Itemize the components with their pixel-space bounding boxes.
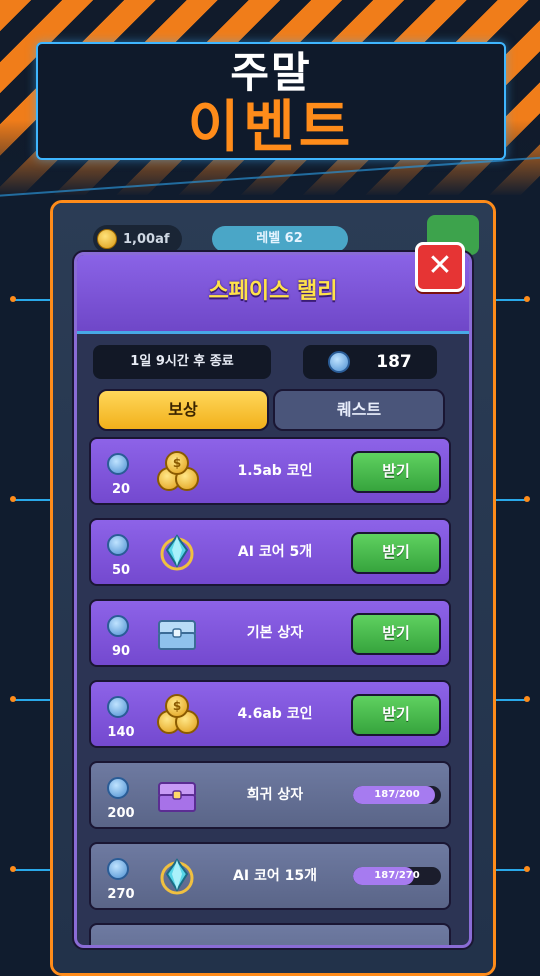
rally-token-icon [328, 351, 351, 373]
reward-row: 270 AI 코어 15개 187/270 [89, 842, 451, 910]
close-button[interactable]: ✕ [415, 242, 465, 292]
level-indicator: 레벨 62 [211, 226, 348, 252]
reward-requirement: 50 [111, 563, 131, 578]
reward-label: 희귀 상자 [246, 787, 304, 803]
basic-chest-icon [155, 611, 199, 655]
rally-token-icon [107, 858, 129, 880]
ai-core-icon [155, 854, 199, 898]
reward-label: 4.6ab 코인 [237, 706, 313, 722]
side-marker-line [14, 699, 50, 701]
side-marker-dot [524, 696, 530, 702]
claim-button[interactable]: 받기 [351, 694, 441, 736]
reward-requirement: 140 [107, 725, 135, 740]
reward-label: AI 코어 5개 [237, 544, 313, 560]
coin-stack-icon: $ [155, 692, 199, 736]
reward-progress-bar: 187/270 [353, 867, 441, 885]
progress-text: 187/200 [374, 789, 420, 800]
coin-balance-value: 1,00af [123, 231, 170, 247]
space-rally-panel: 스페이스 랠리 1일 9시간 후 종료 187 보상 퀘스트 20 $ 1.5a… [74, 252, 472, 948]
progress-text: 187/270 [374, 870, 420, 881]
event-points: 187 [303, 345, 437, 379]
side-marker-dot [10, 866, 16, 872]
side-marker-dot [10, 696, 16, 702]
reward-row-partial [89, 923, 451, 945]
rally-token-icon [107, 534, 129, 556]
reward-requirement: 270 [107, 887, 135, 902]
reward-row: 200 희귀 상자 187/200 [89, 761, 451, 829]
rare-chest-icon [155, 773, 199, 817]
panel-title: 스페이스 랠리 [208, 279, 338, 304]
rally-token-icon [107, 696, 129, 718]
side-marker-dot [524, 296, 530, 302]
reward-list: 20 $ 1.5ab 코인 받기 50 AI 코어 5개 받기 90 기본 상자… [89, 437, 451, 945]
game-top-bar: 1,00af 레벨 62 [93, 225, 348, 253]
reward-row: 20 $ 1.5ab 코인 받기 [89, 437, 451, 505]
coin-icon [97, 229, 117, 249]
coin-balance: 1,00af [93, 225, 182, 253]
side-marker-line [14, 869, 50, 871]
rally-token-icon [107, 615, 129, 637]
side-marker-dot [524, 866, 530, 872]
side-marker-line [14, 499, 50, 501]
reward-requirement: 200 [107, 806, 135, 821]
rally-token-icon [107, 777, 129, 799]
reward-label: 1.5ab 코인 [237, 463, 313, 479]
reward-requirement: 20 [111, 482, 131, 497]
claim-button[interactable]: 받기 [351, 532, 441, 574]
claim-button[interactable]: 받기 [351, 451, 441, 493]
event-timer: 1일 9시간 후 종료 [93, 345, 271, 379]
tab-quests[interactable]: 퀘스트 [273, 389, 445, 431]
side-marker-dot [10, 496, 16, 502]
side-marker-dot [524, 496, 530, 502]
event-title-box: 주말 이벤트 [36, 42, 506, 160]
side-marker-line [14, 299, 50, 301]
claim-button[interactable]: 받기 [351, 613, 441, 655]
reward-progress-bar: 187/200 [353, 786, 441, 804]
reward-row: 50 AI 코어 5개 받기 [89, 518, 451, 586]
panel-header: 스페이스 랠리 [77, 255, 469, 334]
title-line-1: 주말 [230, 48, 312, 97]
title-line-2: 이벤트 [187, 95, 355, 160]
ai-core-icon [155, 530, 199, 574]
reward-label: AI 코어 15개 [233, 868, 317, 884]
reward-row: 140 $ 4.6ab 코인 받기 [89, 680, 451, 748]
rally-token-icon [107, 453, 129, 475]
tab-rewards[interactable]: 보상 [97, 389, 269, 431]
event-points-value: 187 [376, 352, 412, 372]
side-marker-dot [10, 296, 16, 302]
reward-label: 기본 상자 [246, 625, 304, 641]
reward-row: 90 기본 상자 받기 [89, 599, 451, 667]
reward-requirement: 90 [111, 644, 131, 659]
coin-stack-icon: $ [155, 449, 199, 493]
